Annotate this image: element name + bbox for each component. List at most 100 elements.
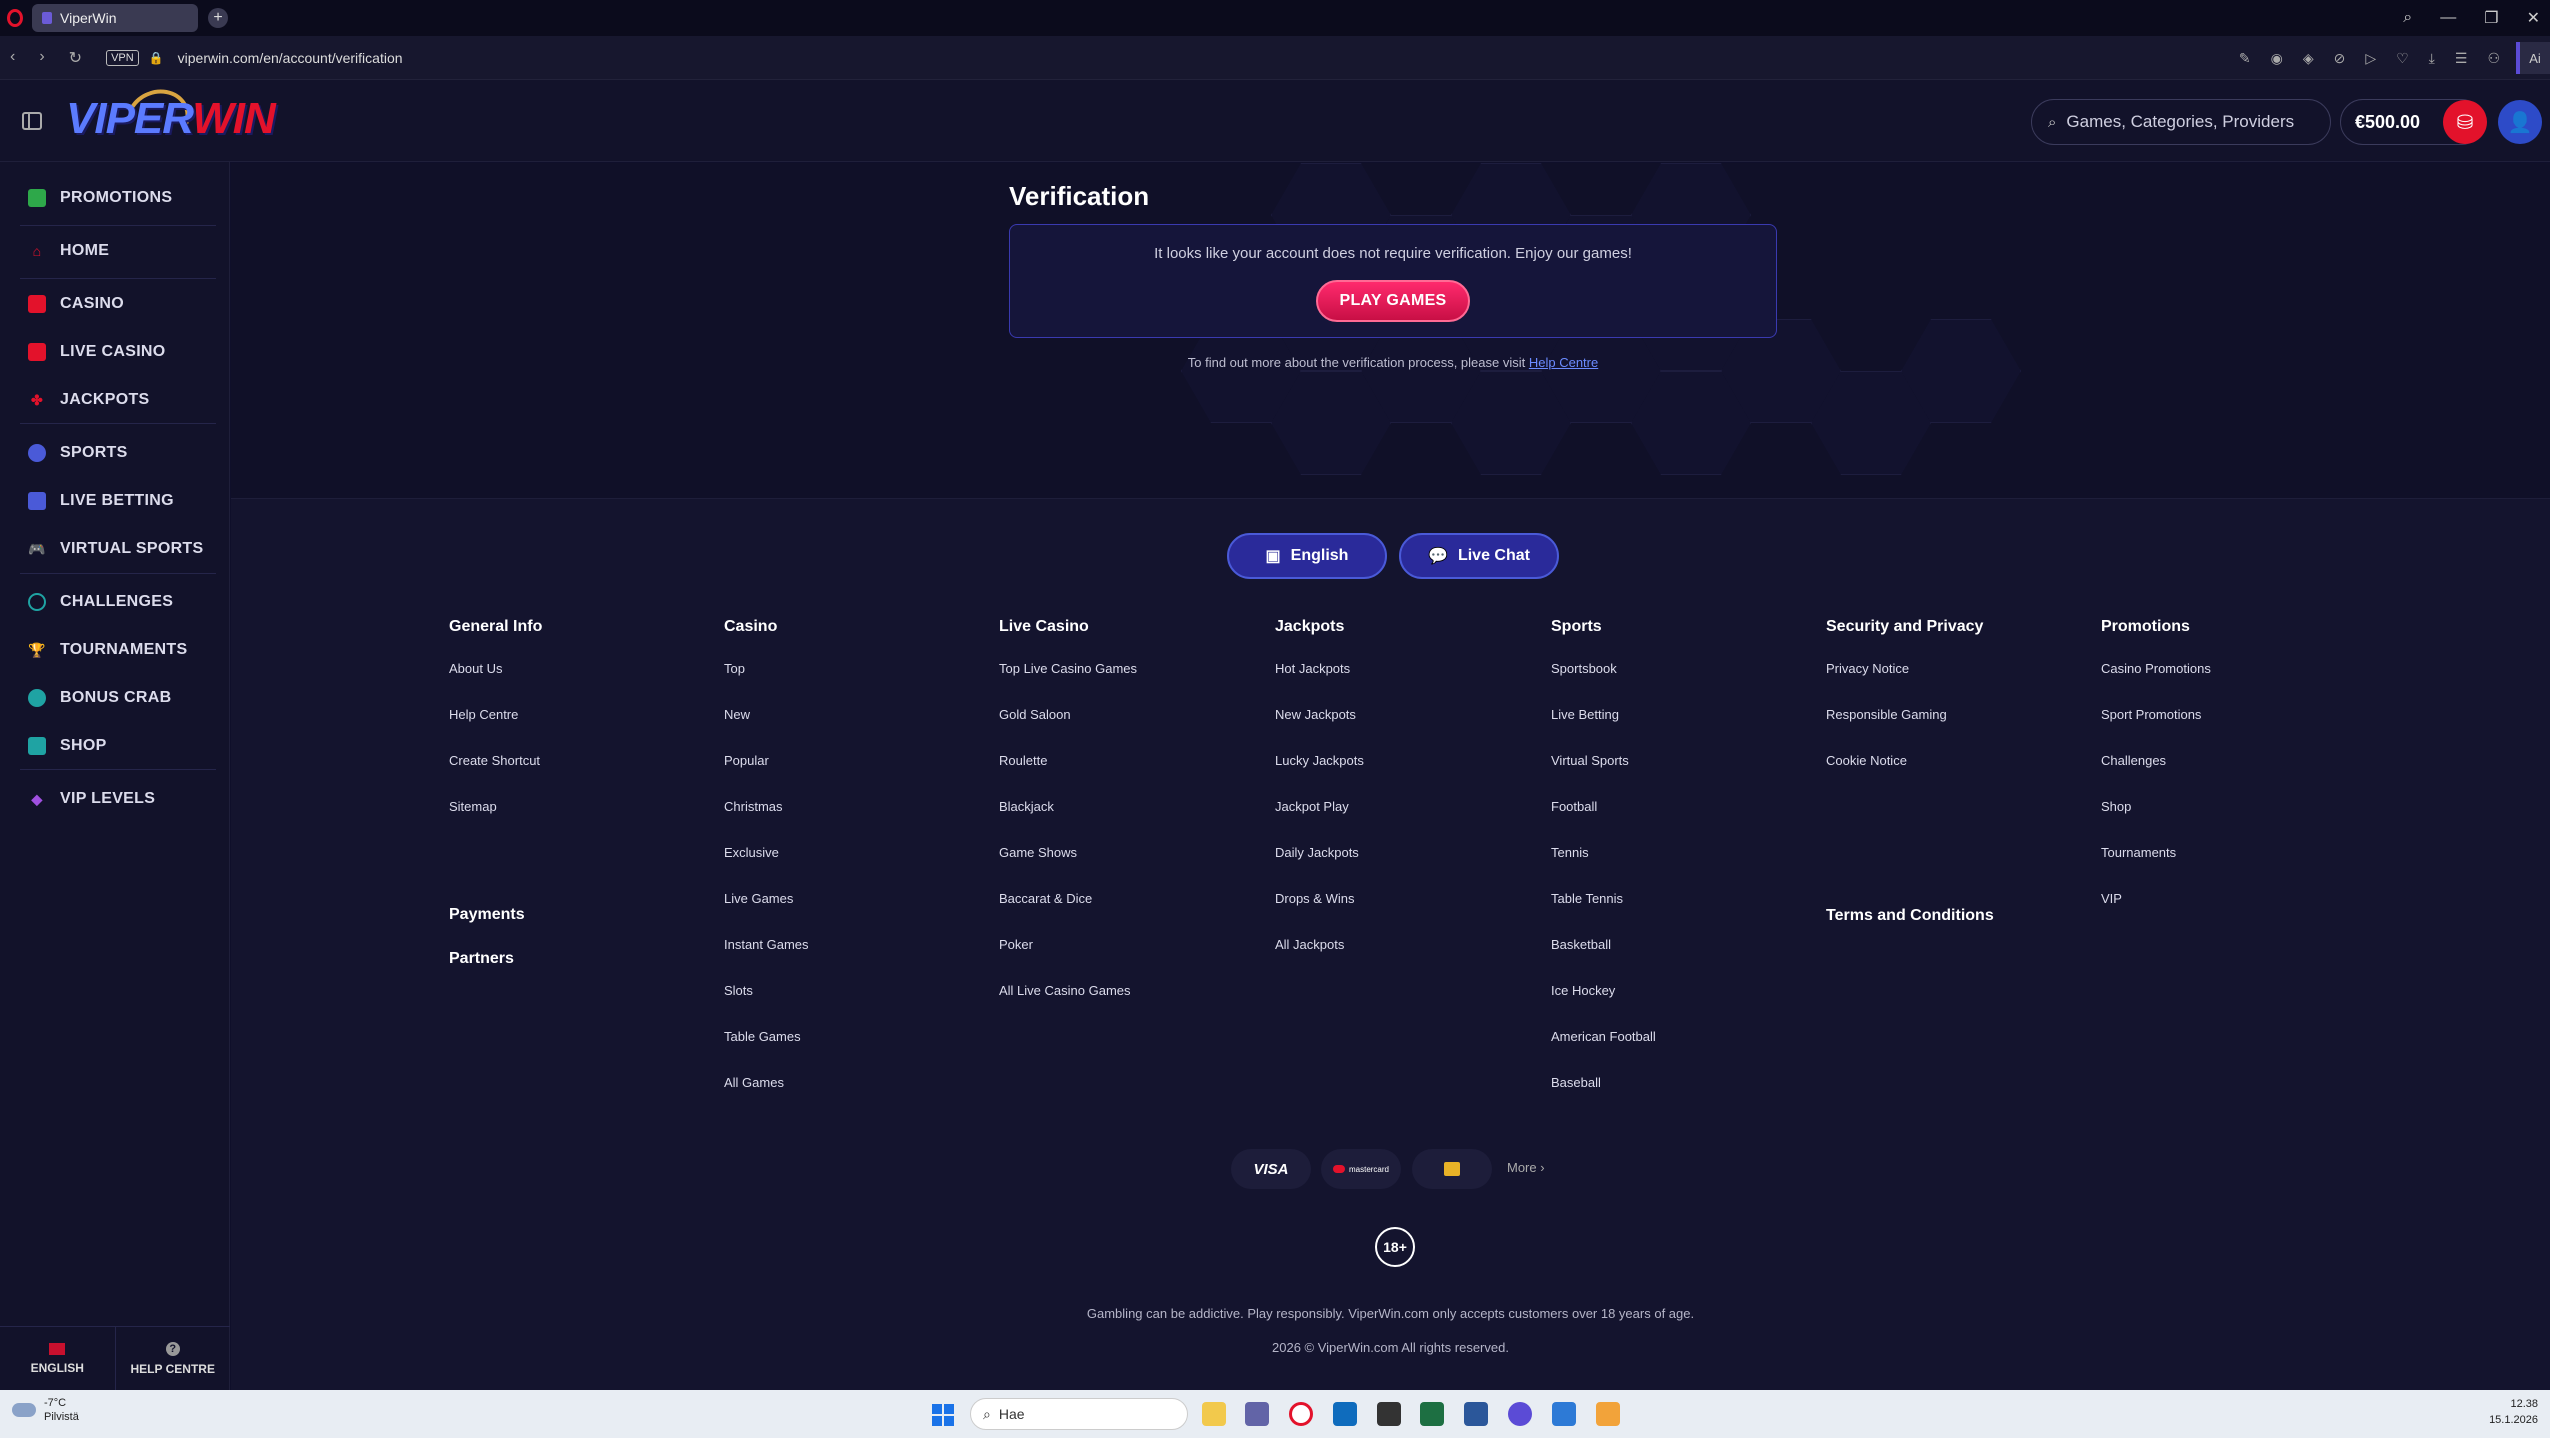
camera-icon[interactable]: ◉: [2271, 50, 2283, 67]
sidebar-item-virtual-sports[interactable]: 🎮 VIRTUAL SPORTS: [0, 525, 216, 573]
outlook-icon[interactable]: [1333, 1402, 1357, 1426]
sidebar-item-tournaments[interactable]: 🏆 TOURNAMENTS: [0, 626, 216, 674]
sidebar-item-vip-levels[interactable]: ◆ VIP LEVELS: [0, 775, 216, 823]
language-button[interactable]: ▣ English: [1227, 533, 1387, 579]
footer-link[interactable]: Game Shows: [999, 845, 1077, 860]
minimize-icon[interactable]: —: [2440, 9, 2456, 27]
help-centre-link[interactable]: Help Centre: [1529, 355, 1598, 370]
restore-icon[interactable]: ❐: [2484, 8, 2498, 28]
footer-link[interactable]: Cookie Notice: [1826, 753, 1907, 768]
footer-link[interactable]: Top: [724, 661, 745, 676]
vpn-badge[interactable]: VPN: [106, 49, 139, 66]
sidebar-item-casino[interactable]: CASINO: [0, 280, 216, 328]
footer-link[interactable]: Top Live Casino Games: [999, 661, 1137, 676]
footer-link[interactable]: Jackpot Play: [1275, 799, 1349, 814]
footer-link[interactable]: Sportsbook: [1551, 661, 1617, 676]
user-button[interactable]: 👤: [2498, 100, 2542, 144]
sidebar-item-promotions[interactable]: PROMOTIONS: [0, 174, 216, 222]
teams-icon[interactable]: [1245, 1402, 1269, 1426]
taskbar-search[interactable]: ⌕ Hae: [970, 1398, 1188, 1430]
footer-link[interactable]: Daily Jackpots: [1275, 845, 1359, 860]
sidebar-item-challenges[interactable]: CHALLENGES: [0, 578, 216, 626]
footer-link[interactable]: Lucky Jackpots: [1275, 753, 1364, 768]
footer-link[interactable]: Virtual Sports: [1551, 753, 1629, 768]
sidebar-item-sports[interactable]: SPORTS: [0, 429, 216, 477]
weather-widget[interactable]: -7°C Pilvistä: [12, 1396, 79, 1424]
footer-link[interactable]: New Jackpots: [1275, 707, 1356, 722]
menu-icon[interactable]: ☰: [2455, 50, 2468, 67]
browser-tab[interactable]: ViperWin: [32, 4, 198, 32]
footer-link[interactable]: Blackjack: [999, 799, 1054, 814]
search-tabs-icon[interactable]: ⌕: [2403, 9, 2412, 27]
profile-icon[interactable]: ⚇: [2487, 50, 2500, 67]
footer-link[interactable]: Challenges: [2101, 753, 2166, 768]
footer-link[interactable]: Privacy Notice: [1826, 661, 1909, 676]
footer-link[interactable]: Poker: [999, 937, 1033, 952]
file-explorer-icon[interactable]: [1202, 1402, 1226, 1426]
ai-button[interactable]: Ai: [2516, 42, 2550, 74]
footer-link[interactable]: Live Betting: [1551, 707, 1619, 722]
footer-link[interactable]: All Jackpots: [1275, 937, 1344, 952]
footer-link[interactable]: Baccarat & Dice: [999, 891, 1092, 906]
footer-link[interactable]: Sport Promotions: [2101, 707, 2201, 722]
sidebar-item-live-betting[interactable]: LIVE BETTING: [0, 477, 216, 525]
wallet-button[interactable]: ⛁: [2443, 100, 2487, 144]
heart-icon[interactable]: ♡: [2396, 50, 2409, 67]
footer-link[interactable]: Create Shortcut: [449, 753, 540, 768]
play-icon[interactable]: ▷: [2365, 50, 2376, 67]
payments-link[interactable]: Payments: [449, 906, 525, 924]
footer-link[interactable]: Sitemap: [449, 799, 497, 814]
shield-icon[interactable]: ◈: [2303, 50, 2314, 67]
footer-link[interactable]: Live Games: [724, 891, 793, 906]
app-icon[interactable]: [1596, 1402, 1620, 1426]
excel-icon[interactable]: [1420, 1402, 1444, 1426]
footer-link[interactable]: All Live Casino Games: [999, 983, 1131, 998]
footer-link[interactable]: Responsible Gaming: [1826, 707, 1947, 722]
app-icon[interactable]: [1377, 1402, 1401, 1426]
footer-link[interactable]: Roulette: [999, 753, 1047, 768]
lock-icon[interactable]: 🔒: [149, 51, 164, 65]
language-switch[interactable]: ENGLISH: [0, 1327, 116, 1390]
footer-link[interactable]: American Football: [1551, 1029, 1656, 1044]
opera-icon[interactable]: [1289, 1402, 1313, 1426]
footer-link[interactable]: Baseball: [1551, 1075, 1601, 1090]
footer-link[interactable]: Exclusive: [724, 845, 779, 860]
sidebar-toggle-icon[interactable]: [22, 112, 42, 130]
partners-link[interactable]: Partners: [449, 950, 514, 968]
site-logo[interactable]: VIPERWIN: [66, 94, 276, 144]
footer-link[interactable]: Instant Games: [724, 937, 809, 952]
footer-link[interactable]: Drops & Wins: [1275, 891, 1354, 906]
footer-link[interactable]: Table Tennis: [1551, 891, 1623, 906]
close-icon[interactable]: ✕: [2527, 8, 2540, 28]
footer-link[interactable]: Tournaments: [2101, 845, 2176, 860]
more-payments-link[interactable]: More ›: [1507, 1160, 1545, 1175]
reload-icon[interactable]: ↻: [69, 48, 82, 68]
forward-icon[interactable]: ›: [39, 48, 44, 68]
app-icon[interactable]: [1508, 1402, 1532, 1426]
adblock-icon[interactable]: ⊘: [2334, 50, 2346, 67]
url-field[interactable]: viperwin.com/en/account/verification: [178, 50, 403, 66]
sidebar-item-bonus-crab[interactable]: BONUS CRAB: [0, 674, 216, 722]
edit-icon[interactable]: ✎: [2239, 50, 2251, 67]
terms-link[interactable]: Terms and Conditions: [1826, 907, 1994, 925]
new-tab-button[interactable]: +: [208, 8, 228, 28]
footer-link[interactable]: VIP: [2101, 891, 2122, 906]
footer-link[interactable]: Basketball: [1551, 937, 1611, 952]
footer-link[interactable]: Gold Saloon: [999, 707, 1071, 722]
sidebar-item-jackpots[interactable]: ✤ JACKPOTS: [0, 376, 216, 424]
live-chat-button[interactable]: 💬 Live Chat: [1399, 533, 1559, 579]
footer-link[interactable]: Slots: [724, 983, 753, 998]
sidebar-item-home[interactable]: ⌂ HOME: [0, 227, 216, 275]
footer-link[interactable]: Football: [1551, 799, 1597, 814]
footer-link[interactable]: Tennis: [1551, 845, 1589, 860]
start-button[interactable]: [932, 1404, 954, 1426]
footer-link[interactable]: Hot Jackpots: [1275, 661, 1350, 676]
footer-link[interactable]: Casino Promotions: [2101, 661, 2211, 676]
word-icon[interactable]: [1464, 1402, 1488, 1426]
play-games-button[interactable]: PLAY GAMES: [1316, 280, 1470, 322]
footer-link[interactable]: About Us: [449, 661, 502, 676]
footer-link[interactable]: Christmas: [724, 799, 783, 814]
opera-logo-icon[interactable]: [0, 0, 30, 36]
footer-link[interactable]: Help Centre: [449, 707, 518, 722]
back-icon[interactable]: ‹: [10, 48, 15, 68]
